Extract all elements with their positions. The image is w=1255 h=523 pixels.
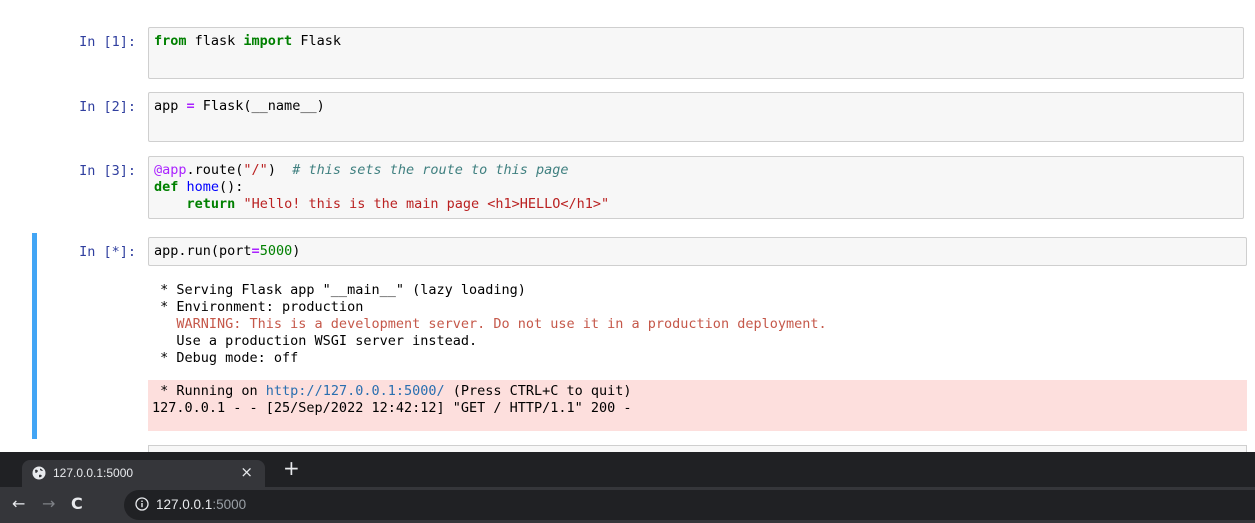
url-host: 127.0.0.1: [156, 497, 213, 512]
code-token: Flask(__name__): [194, 98, 325, 114]
code-token: "/": [243, 162, 268, 178]
tab-title: 127.0.0.1:5000: [53, 466, 134, 480]
output-line: Use a production WSGI server instead.: [152, 333, 478, 349]
code-token: def: [154, 179, 179, 195]
code-token: @app: [154, 162, 187, 178]
code-token: ): [267, 162, 293, 178]
forward-button[interactable]: →: [42, 495, 55, 513]
notebook: In [1]: from flask import Flask In [2]: …: [0, 0, 1255, 454]
input-prompt: In [2]:: [79, 99, 136, 115]
output-line: 127.0.0.1 - - [25/Sep/2022 12:42:12] "GE…: [152, 400, 632, 416]
new-tab-button[interactable]: +: [283, 458, 300, 478]
input-prompt: In [*]:: [79, 244, 136, 260]
code-token: =: [251, 243, 260, 259]
code-input[interactable]: app.run(port=5000): [148, 237, 1247, 266]
output-line: * Debug mode: off: [152, 350, 299, 366]
code-input[interactable]: from flask import Flask: [148, 27, 1244, 79]
code-token: app: [154, 98, 187, 114]
output-line-suffix: (Press CTRL+C to quit): [444, 383, 632, 399]
code-token: .route(: [186, 162, 244, 178]
url-port: :5000: [212, 497, 247, 512]
server-url-link[interactable]: http://127.0.0.1:5000/: [266, 383, 445, 399]
address-bar[interactable]: 127.0.0.1:5000: [124, 490, 1255, 520]
code-cell-2[interactable]: In [2]: app = Flask(__name__): [34, 92, 1250, 142]
code-token: =: [186, 98, 195, 114]
code-token: ():: [219, 179, 244, 195]
code-token: 5000: [259, 243, 293, 259]
input-prompt: In [3]:: [79, 163, 136, 179]
code-token: home: [186, 179, 220, 195]
output-line-prefix: * Running on: [152, 383, 266, 399]
code-input[interactable]: @app.route("/") # this sets the route to…: [148, 156, 1244, 219]
code-comment: # this sets the route to this page: [292, 162, 569, 178]
code-token: app.run(port: [154, 243, 252, 259]
output-line: * Serving Flask app "__main__" (lazy loa…: [152, 282, 526, 298]
code-cell-4-selected[interactable]: In [*]: app.run(port=5000) * Serving Fla…: [32, 233, 1253, 439]
reload-button[interactable]: C: [71, 495, 83, 513]
code-token: ): [292, 243, 301, 259]
code-token: flask: [186, 33, 244, 49]
browser-tabbar: 127.0.0.1:5000 × +: [0, 452, 1255, 487]
code-token: "Hello! this is the main page <h1>HELLO<…: [243, 196, 610, 212]
code-cell-1[interactable]: In [1]: from flask import Flask: [34, 27, 1250, 79]
output-stream: * Serving Flask app "__main__" (lazy loa…: [152, 282, 1247, 367]
code-token: from: [154, 33, 187, 49]
code-token: Flask: [292, 33, 341, 49]
code-cell-3[interactable]: In [3]: @app.route("/") # this sets the …: [34, 156, 1250, 219]
close-icon[interactable]: ×: [240, 463, 253, 481]
warning-line: WARNING: This is a development server. D…: [152, 316, 827, 332]
back-button[interactable]: ←: [12, 495, 25, 513]
code-input[interactable]: app = Flask(__name__): [148, 92, 1244, 142]
browser-toolbar: ← → C 127.0.0.1:5000: [0, 487, 1255, 523]
stderr-output: * Running on http://127.0.0.1:5000/ (Pre…: [148, 380, 1247, 431]
code-token: import: [243, 33, 293, 49]
globe-icon: [32, 466, 46, 480]
info-icon[interactable]: [135, 497, 149, 511]
browser-tab[interactable]: 127.0.0.1:5000 ×: [22, 460, 265, 487]
url-text[interactable]: 127.0.0.1:5000: [156, 497, 246, 512]
output-line: * Environment: production: [152, 299, 364, 315]
input-prompt: In [1]:: [79, 34, 136, 50]
code-token: return: [186, 196, 236, 212]
